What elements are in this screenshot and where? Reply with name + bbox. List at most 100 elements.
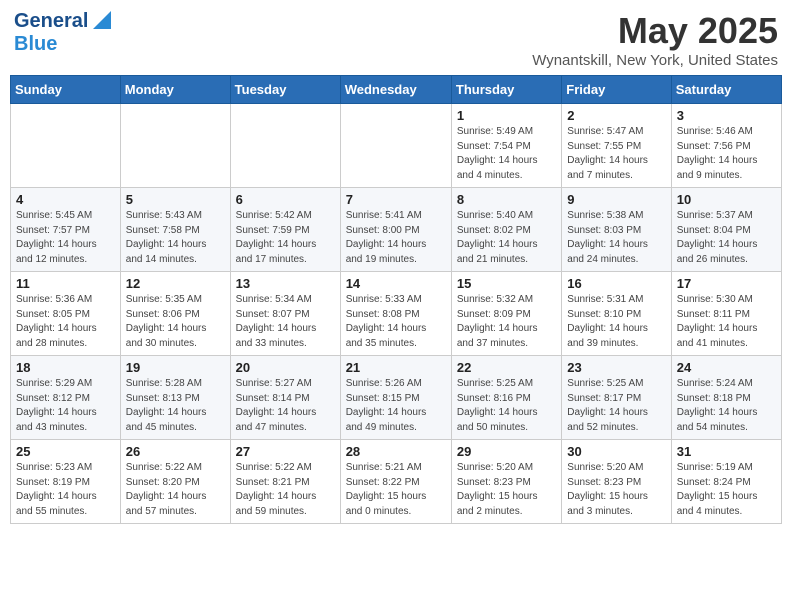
day-number: 13 bbox=[236, 276, 335, 291]
logo-general: General bbox=[14, 10, 88, 33]
calendar-cell: 13Sunrise: 5:34 AMSunset: 8:07 PMDayligh… bbox=[230, 272, 340, 356]
calendar-week-4: 18 Sunrise: 5:29 AMSunset: 8:12 PMDayligh… bbox=[11, 356, 782, 440]
day-number: 14 bbox=[346, 276, 446, 291]
day-info: Sunrise: 5:35 AMSunset: 8:06 PMDaylight:… bbox=[126, 293, 225, 351]
col-saturday: Saturday bbox=[671, 76, 781, 104]
col-sunday: Sunday bbox=[11, 76, 121, 104]
day-number: 18 bbox=[16, 360, 115, 375]
calendar-cell: 9Sunrise: 5:38 AMSunset: 8:03 PMDaylight… bbox=[562, 188, 671, 272]
day-info: Sunrise: 5:20 AMSunset: 8:23 PMDaylight:… bbox=[457, 461, 556, 519]
page-header: General Blue May 2025 Wynantskill, New Y… bbox=[10, 10, 782, 69]
col-thursday: Thursday bbox=[451, 76, 561, 104]
day-info: Sunrise: 5:41 AMSunset: 8:00 PMDaylight:… bbox=[346, 209, 446, 267]
col-tuesday: Tuesday bbox=[230, 76, 340, 104]
day-number: 2 bbox=[567, 108, 665, 123]
calendar-cell bbox=[11, 104, 121, 188]
calendar-week-5: 25 Sunrise: 5:23 AMSunset: 8:19 PMDayligh… bbox=[11, 440, 782, 524]
calendar-cell: 28 Sunrise: 5:21 AMSunset: 8:22 PMDayligh… bbox=[340, 440, 451, 524]
calendar-header-row: Sunday Monday Tuesday Wednesday Thursday… bbox=[11, 76, 782, 104]
day-number: 15 bbox=[457, 276, 556, 291]
calendar-cell: 20 Sunrise: 5:27 AMSunset: 8:14 PMDayligh… bbox=[230, 356, 340, 440]
logo: General Blue bbox=[14, 10, 111, 56]
col-monday: Monday bbox=[120, 76, 230, 104]
day-info: Sunrise: 5:47 AMSunset: 7:55 PMDaylight:… bbox=[567, 125, 665, 183]
calendar-cell: 29 Sunrise: 5:20 AMSunset: 8:23 PMDayligh… bbox=[451, 440, 561, 524]
day-number: 17 bbox=[677, 276, 776, 291]
day-info: Sunrise: 5:33 AMSunset: 8:08 PMDaylight:… bbox=[346, 293, 446, 351]
calendar-cell: 7Sunrise: 5:41 AMSunset: 8:00 PMDaylight… bbox=[340, 188, 451, 272]
title-section: May 2025 Wynantskill, New York, United S… bbox=[532, 10, 778, 69]
calendar-table: Sunday Monday Tuesday Wednesday Thursday… bbox=[10, 75, 782, 524]
calendar-cell: 25 Sunrise: 5:23 AMSunset: 8:19 PMDayligh… bbox=[11, 440, 121, 524]
calendar-cell bbox=[230, 104, 340, 188]
day-number: 20 bbox=[236, 360, 335, 375]
day-info: Sunrise: 5:25 AMSunset: 8:16 PMDaylight:… bbox=[457, 377, 556, 435]
day-number: 31 bbox=[677, 444, 776, 459]
day-number: 8 bbox=[457, 192, 556, 207]
calendar-cell: 23Sunrise: 5:25 AMSunset: 8:17 PMDayligh… bbox=[562, 356, 671, 440]
day-number: 11 bbox=[16, 276, 115, 291]
day-number: 21 bbox=[346, 360, 446, 375]
calendar-week-2: 4Sunrise: 5:45 AMSunset: 7:57 PMDaylight… bbox=[11, 188, 782, 272]
day-info: Sunrise: 5:19 AMSunset: 8:24 PMDaylight:… bbox=[677, 461, 776, 519]
calendar-cell: 24Sunrise: 5:24 AMSunset: 8:18 PMDayligh… bbox=[671, 356, 781, 440]
day-info: Sunrise: 5:30 AMSunset: 8:11 PMDaylight:… bbox=[677, 293, 776, 351]
day-info: Sunrise: 5:22 AMSunset: 8:20 PMDaylight:… bbox=[126, 461, 225, 519]
calendar-cell: 17 Sunrise: 5:30 AMSunset: 8:11 PMDayligh… bbox=[671, 272, 781, 356]
calendar-cell: 31 Sunrise: 5:19 AMSunset: 8:24 PMDayligh… bbox=[671, 440, 781, 524]
day-info: Sunrise: 5:40 AMSunset: 8:02 PMDaylight:… bbox=[457, 209, 556, 267]
day-number: 10 bbox=[677, 192, 776, 207]
day-info: Sunrise: 5:38 AMSunset: 8:03 PMDaylight:… bbox=[567, 209, 665, 267]
day-number: 3 bbox=[677, 108, 776, 123]
day-info: Sunrise: 5:29 AMSunset: 8:12 PMDaylight:… bbox=[16, 377, 115, 435]
calendar-cell: 30Sunrise: 5:20 AMSunset: 8:23 PMDayligh… bbox=[562, 440, 671, 524]
day-number: 29 bbox=[457, 444, 556, 459]
month-title: May 2025 bbox=[532, 10, 778, 52]
day-info: Sunrise: 5:45 AMSunset: 7:57 PMDaylight:… bbox=[16, 209, 115, 267]
calendar-cell: 16 Sunrise: 5:31 AMSunset: 8:10 PMDayligh… bbox=[562, 272, 671, 356]
calendar-cell: 26 Sunrise: 5:22 AMSunset: 8:20 PMDayligh… bbox=[120, 440, 230, 524]
calendar-cell: 27Sunrise: 5:22 AMSunset: 8:21 PMDayligh… bbox=[230, 440, 340, 524]
calendar-cell: 18 Sunrise: 5:29 AMSunset: 8:12 PMDayligh… bbox=[11, 356, 121, 440]
calendar-cell bbox=[120, 104, 230, 188]
calendar-cell: 11 Sunrise: 5:36 AMSunset: 8:05 PMDayligh… bbox=[11, 272, 121, 356]
day-number: 23 bbox=[567, 360, 665, 375]
day-number: 26 bbox=[126, 444, 225, 459]
logo-triangle-icon bbox=[89, 11, 111, 31]
calendar-cell: 14 Sunrise: 5:33 AMSunset: 8:08 PMDayligh… bbox=[340, 272, 451, 356]
day-number: 16 bbox=[567, 276, 665, 291]
day-info: Sunrise: 5:32 AMSunset: 8:09 PMDaylight:… bbox=[457, 293, 556, 351]
col-wednesday: Wednesday bbox=[340, 76, 451, 104]
calendar-week-3: 11 Sunrise: 5:36 AMSunset: 8:05 PMDayligh… bbox=[11, 272, 782, 356]
calendar-cell: 10 Sunrise: 5:37 AMSunset: 8:04 PMDayligh… bbox=[671, 188, 781, 272]
day-info: Sunrise: 5:23 AMSunset: 8:19 PMDaylight:… bbox=[16, 461, 115, 519]
day-info: Sunrise: 5:28 AMSunset: 8:13 PMDaylight:… bbox=[126, 377, 225, 435]
day-number: 19 bbox=[126, 360, 225, 375]
day-info: Sunrise: 5:21 AMSunset: 8:22 PMDaylight:… bbox=[346, 461, 446, 519]
day-number: 22 bbox=[457, 360, 556, 375]
col-friday: Friday bbox=[562, 76, 671, 104]
calendar-cell: 3 Sunrise: 5:46 AMSunset: 7:56 PMDaylight… bbox=[671, 104, 781, 188]
calendar-cell: 1Sunrise: 5:49 AMSunset: 7:54 PMDaylight… bbox=[451, 104, 561, 188]
calendar-cell bbox=[340, 104, 451, 188]
day-number: 28 bbox=[346, 444, 446, 459]
calendar-cell: 22 Sunrise: 5:25 AMSunset: 8:16 PMDayligh… bbox=[451, 356, 561, 440]
calendar-week-1: 1Sunrise: 5:49 AMSunset: 7:54 PMDaylight… bbox=[11, 104, 782, 188]
day-info: Sunrise: 5:26 AMSunset: 8:15 PMDaylight:… bbox=[346, 377, 446, 435]
day-number: 25 bbox=[16, 444, 115, 459]
day-info: Sunrise: 5:37 AMSunset: 8:04 PMDaylight:… bbox=[677, 209, 776, 267]
day-info: Sunrise: 5:27 AMSunset: 8:14 PMDaylight:… bbox=[236, 377, 335, 435]
calendar-cell: 12Sunrise: 5:35 AMSunset: 8:06 PMDayligh… bbox=[120, 272, 230, 356]
day-number: 30 bbox=[567, 444, 665, 459]
calendar-cell: 5Sunrise: 5:43 AMSunset: 7:58 PMDaylight… bbox=[120, 188, 230, 272]
day-number: 27 bbox=[236, 444, 335, 459]
day-info: Sunrise: 5:49 AMSunset: 7:54 PMDaylight:… bbox=[457, 125, 556, 183]
calendar-cell: 21 Sunrise: 5:26 AMSunset: 8:15 PMDayligh… bbox=[340, 356, 451, 440]
logo-blue: Blue bbox=[14, 33, 111, 56]
day-info: Sunrise: 5:42 AMSunset: 7:59 PMDaylight:… bbox=[236, 209, 335, 267]
day-number: 24 bbox=[677, 360, 776, 375]
calendar-cell: 6Sunrise: 5:42 AMSunset: 7:59 PMDaylight… bbox=[230, 188, 340, 272]
day-info: Sunrise: 5:31 AMSunset: 8:10 PMDaylight:… bbox=[567, 293, 665, 351]
day-info: Sunrise: 5:46 AMSunset: 7:56 PMDaylight:… bbox=[677, 125, 776, 183]
day-info: Sunrise: 5:36 AMSunset: 8:05 PMDaylight:… bbox=[16, 293, 115, 351]
